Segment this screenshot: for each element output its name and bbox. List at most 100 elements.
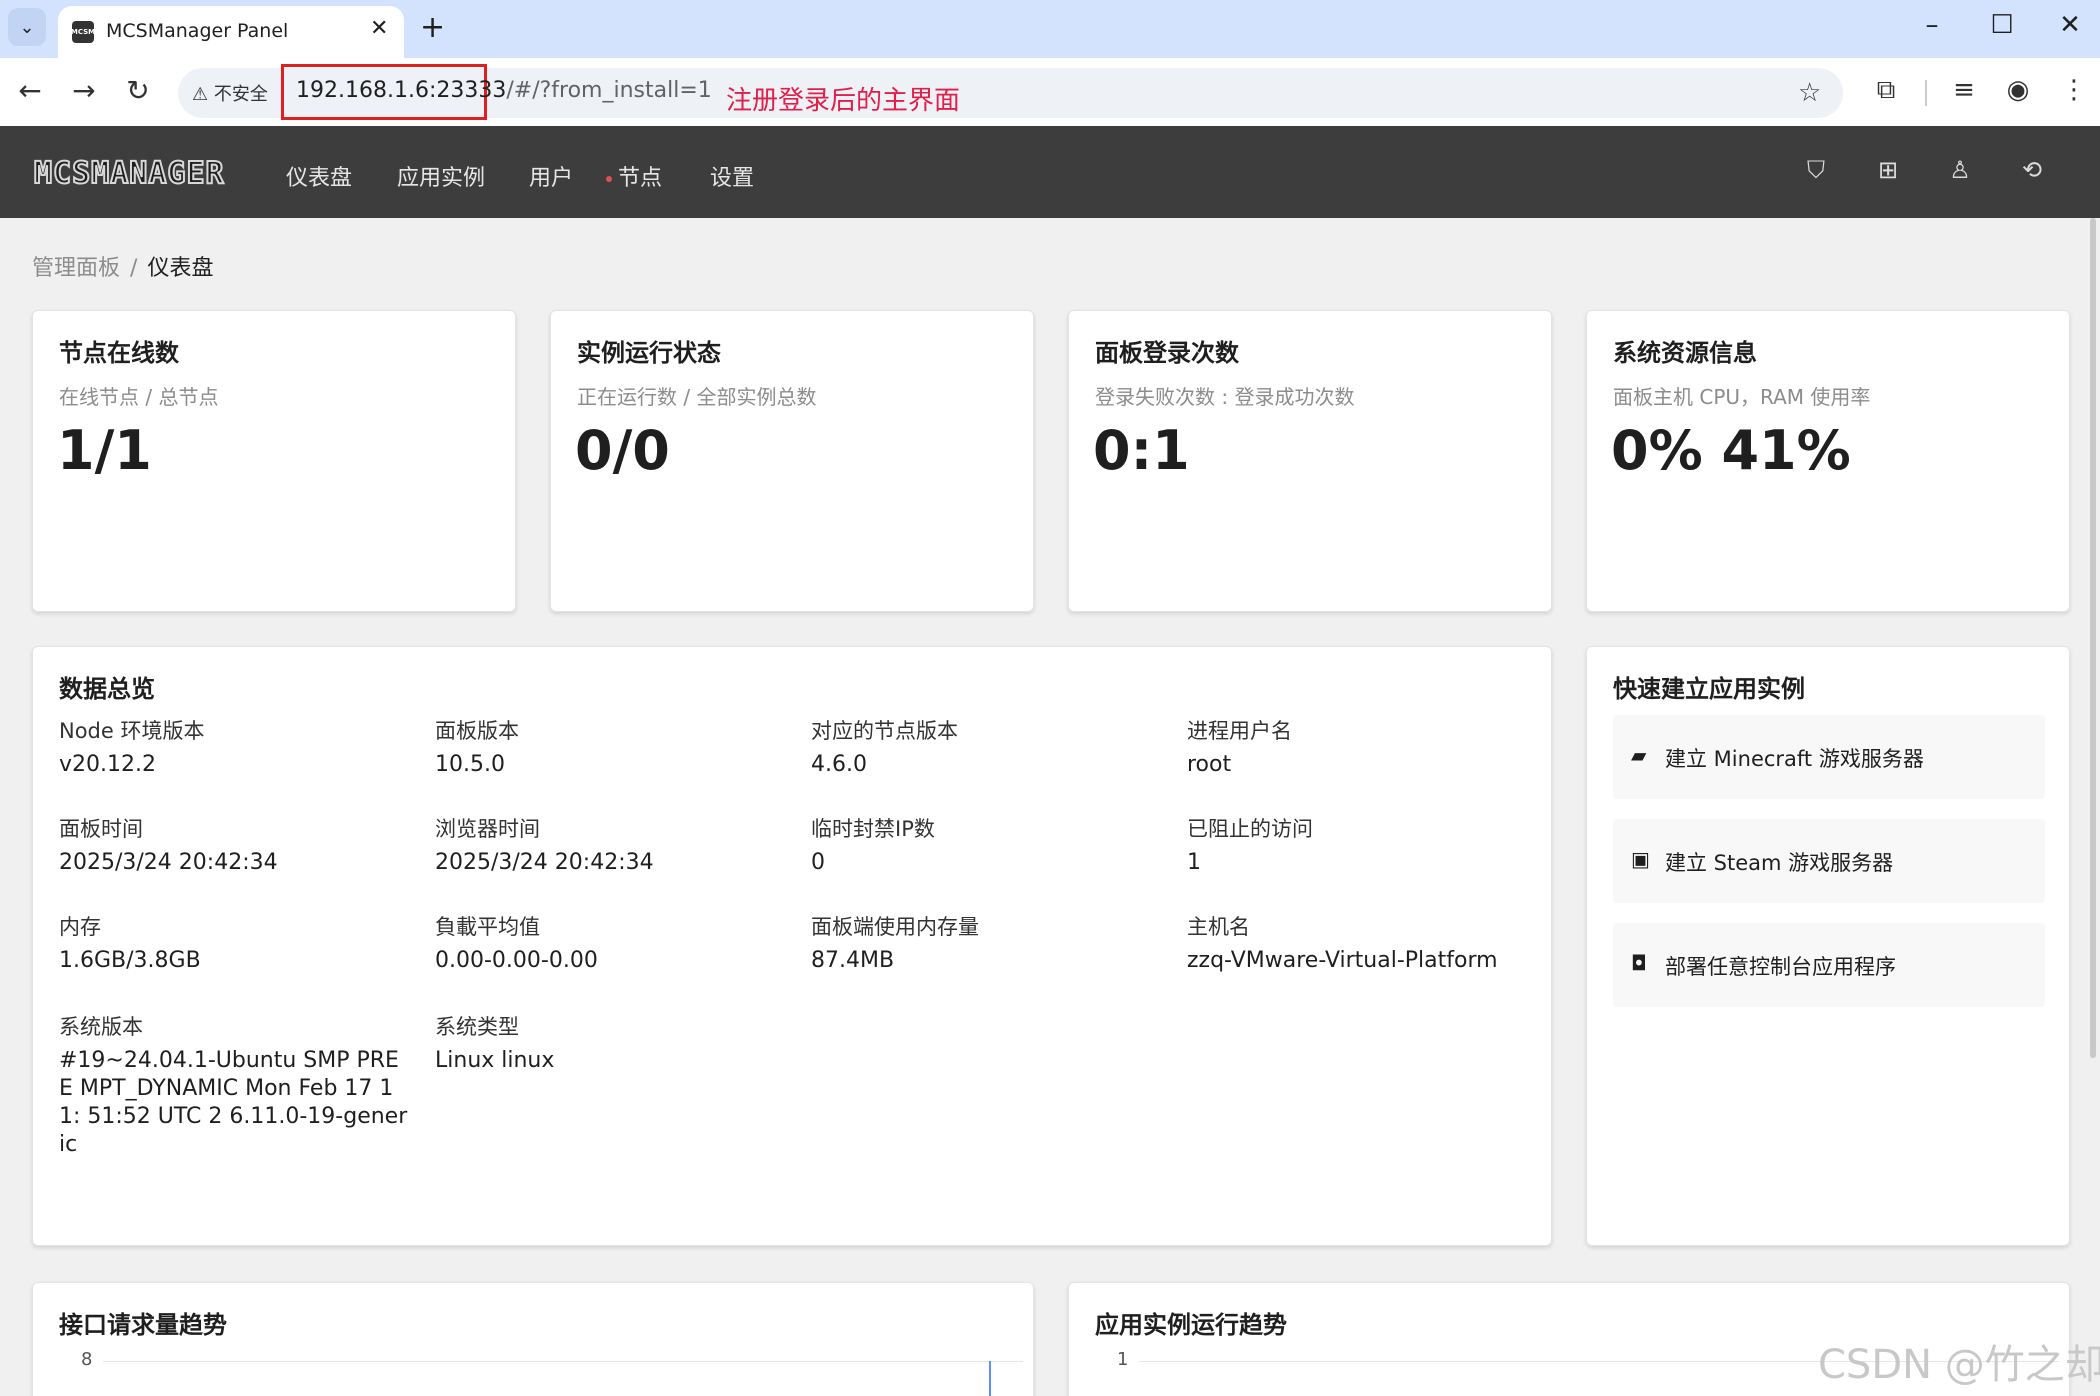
info-label: 負載平均值 [435,915,540,939]
nav-nodes[interactable]: 节点 [606,160,662,192]
info-label: 已阻止的访问 [1187,817,1313,841]
quick-action-label: 建立 Minecraft 游戏服务器 [1665,747,1924,771]
card-title: 节点在线数 [59,339,179,367]
info-value: 0 [811,850,825,875]
page-scrollbar[interactable] [2088,218,2098,1388]
url-host: 192.168.1.6:23333 [296,78,507,103]
browser-tab[interactable]: MCSM MCSManager Panel ✕ [58,6,404,58]
card-title: 系统资源信息 [1613,339,1757,367]
bookmark-star-icon[interactable]: ☆ [1798,78,1821,108]
browser-tab-strip: ⌄ MCSM MCSManager Panel ✕ + – ☐ ✕ [0,0,2100,58]
create-steam-button[interactable]: ▣ 建立 Steam 游戏服务器 [1613,819,2045,903]
breadcrumb: 管理面板 / 仪表盘 [32,250,213,282]
browser-menu-icon[interactable]: ⋮ [2054,75,2094,105]
info-value: 1 [1187,850,1201,875]
chevron-down-icon: ⌄ [19,16,35,38]
info-label: 系统版本 [59,1015,143,1039]
info-value: root [1187,752,1232,777]
nav-settings[interactable]: 设置 [710,160,754,192]
stat-value: 0:1 [1093,419,1190,482]
back-icon[interactable]: ← [12,74,48,107]
media-control-icon[interactable]: ≡ [1944,75,1984,105]
info-label: Node 环境版本 [59,719,205,743]
y-axis-tick: 8 [81,1349,93,1370]
info-value: 1.6GB/3.8GB [59,948,201,973]
breadcrumb-separator: / [130,256,138,281]
warning-icon: ⚠ [192,84,214,105]
breadcrumb-current: 仪表盘 [147,256,214,281]
quick-action-label: 部署任意控制台应用程序 [1665,955,1896,979]
scroll-thumb[interactable] [2090,218,2096,1058]
logout-icon[interactable]: ⟲ [2016,156,2048,184]
user-icon[interactable]: ♙ [1944,156,1976,184]
quick-action-label: 建立 Steam 游戏服务器 [1665,851,1894,875]
deploy-app-button[interactable]: ◘ 部署任意控制台应用程序 [1613,923,2045,1007]
api-trend-card: 接口请求量趋势 8 [32,1282,1034,1396]
nav-users[interactable]: 用户 [529,160,573,192]
stat-card-resources: 系统资源信息 面板主机 CPU，RAM 使用率 0% 41% [1586,310,2070,612]
url-text[interactable]: 192.168.1.6:23333/#/?from_install=1 [296,78,712,103]
stat-card-instances: 实例运行状态 正在运行数 / 全部实例总数 0/0 [550,310,1034,612]
stat-card-logins: 面板登录次数 登录失败次数 : 登录成功次数 0:1 [1068,310,1552,612]
info-value: 2025/3/24 20:42:34 [59,850,278,875]
info-value: 4.6.0 [811,752,867,777]
address-bar[interactable]: ⚠ 不安全 192.168.1.6:23333/#/?from_install=… [178,64,1843,120]
card-title: 实例运行状态 [577,339,721,367]
tab-search-button[interactable]: ⌄ [8,8,46,46]
card-title: 接口请求量趋势 [59,1311,227,1339]
info-value: 87.4MB [811,948,895,973]
nav-nodes-label: 节点 [618,166,663,191]
breadcrumb-parent[interactable]: 管理面板 [32,256,120,281]
card-subtitle: 面板主机 CPU，RAM 使用率 [1613,385,1871,409]
status-dot [606,176,612,182]
tab-close-icon[interactable]: ✕ [370,16,388,41]
create-minecraft-button[interactable]: ▰ 建立 Minecraft 游戏服务器 [1613,715,2045,799]
info-label: 系统类型 [435,1015,519,1039]
stat-value: 0% 41% [1611,419,1851,482]
new-tab-icon[interactable]: + [420,10,445,45]
info-value: zzq-VMware-Virtual-Platform [1187,948,1498,973]
profile-icon[interactable]: ◉ [1998,75,2038,105]
info-label: 主机名 [1187,915,1250,939]
grid-line [103,1361,1023,1362]
stat-card-nodes: 节点在线数 在线节点 / 总节点 1/1 [32,310,516,612]
info-label: 内存 [59,915,101,939]
chart-line-segment [989,1361,991,1396]
forward-icon[interactable]: → [66,74,102,107]
security-indicator[interactable]: ⚠ 不安全 [192,80,268,106]
info-label: 对应的节点版本 [811,719,958,743]
deploy-icon: ◘ [1631,951,1647,975]
info-label: 面板时间 [59,817,143,841]
reload-icon[interactable]: ↻ [120,74,156,107]
info-value: Linux linux [435,1048,555,1073]
stat-value: 1/1 [57,419,152,482]
card-title: 面板登录次数 [1095,339,1239,367]
toolbar-divider [1925,80,1927,106]
card-title: 快速建立应用实例 [1613,675,1805,703]
info-value: 0.00-0.00-0.00 [435,948,598,973]
minimize-icon[interactable]: – [1912,10,1952,40]
card-subtitle: 在线节点 / 总节点 [59,385,219,409]
extensions-icon[interactable]: ⧉ [1866,75,1906,106]
card-subtitle: 正在运行数 / 全部实例总数 [577,385,817,409]
card-title: 应用实例运行趋势 [1095,1311,1287,1339]
app-logo[interactable]: MCSMANAGER [33,155,225,192]
security-label: 不安全 [213,84,268,105]
url-path: /#/?from_install=1 [506,78,712,103]
layout-icon[interactable]: ⊞ [1872,156,1904,184]
overview-card: 数据总览 Node 环境版本 v20.12.2 面板版本 10.5.0 对应的节… [32,646,1552,1246]
info-label: 面板端使用内存量 [811,915,979,939]
annotation-text: 注册登录后的主界面 [726,86,961,116]
browser-toolbar: ← → ↻ ⚠ 不安全 192.168.1.6:23333/#/?from_in… [0,58,2100,126]
info-value: 10.5.0 [435,752,505,777]
favicon-icon: MCSM [71,21,95,43]
theme-brush-icon[interactable]: ⛉ [1800,156,1832,184]
watermark: CSDN @竹之却 [1818,1342,2100,1388]
info-label: 进程用户名 [1187,719,1292,743]
app-header: MCSMANAGER 仪表盘 应用实例 用户 节点 设置 ⛉ ⊞ ♙ ⟲ [0,126,2100,218]
card-subtitle: 登录失败次数 : 登录成功次数 [1095,385,1355,409]
nav-instances[interactable]: 应用实例 [397,160,485,192]
window-close-icon[interactable]: ✕ [2050,10,2090,40]
nav-dashboard[interactable]: 仪表盘 [286,160,352,192]
maximize-icon[interactable]: ☐ [1982,10,2022,40]
